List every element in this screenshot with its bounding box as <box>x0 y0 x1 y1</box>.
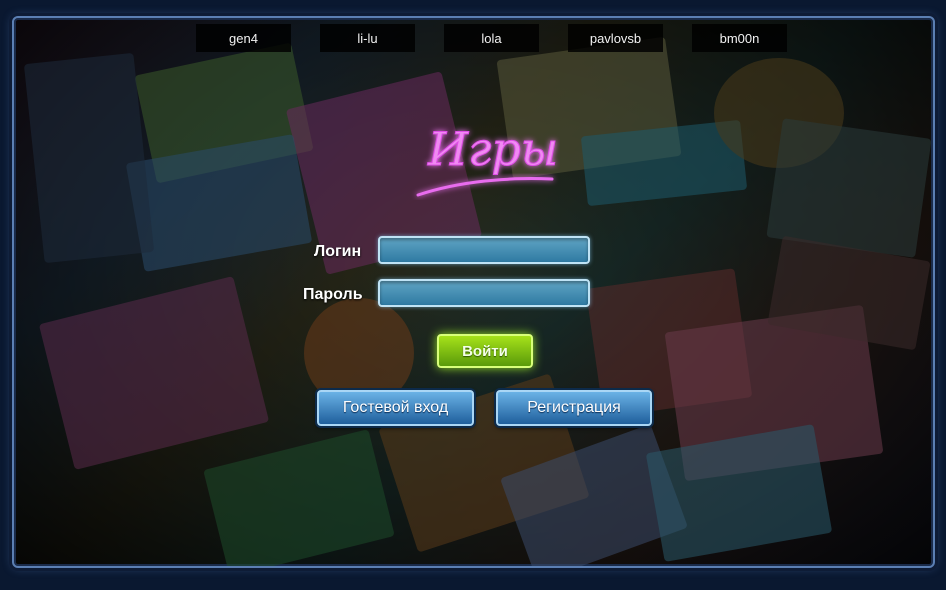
login-input[interactable] <box>378 236 590 264</box>
user-tab[interactable]: bm00n <box>692 24 787 52</box>
bg-game-tile <box>23 52 155 264</box>
user-tab[interactable]: pavlovsb <box>568 24 663 52</box>
password-label: Пароль <box>303 286 363 303</box>
bg-game-tile <box>38 276 270 470</box>
user-tab[interactable]: li-lu <box>320 24 415 52</box>
igry-logo: Игры <box>400 103 560 203</box>
login-label: Логин <box>314 243 362 260</box>
login-button[interactable]: Войти <box>437 334 533 368</box>
logo-text: Игры <box>427 122 558 176</box>
bg-game-tile <box>203 429 395 566</box>
user-tab[interactable]: gen4 <box>196 24 291 52</box>
register-button[interactable]: Регистрация <box>496 390 652 426</box>
bg-game-tile <box>645 424 833 562</box>
user-tab[interactable]: lola <box>444 24 539 52</box>
password-input[interactable] <box>378 279 590 307</box>
logo-graphic: Игры <box>416 122 559 197</box>
guest-login-button[interactable]: Гостевой вход <box>317 390 474 426</box>
recent-users-bar: gen4 li-lu lola pavlovsb bm00n <box>196 24 787 52</box>
